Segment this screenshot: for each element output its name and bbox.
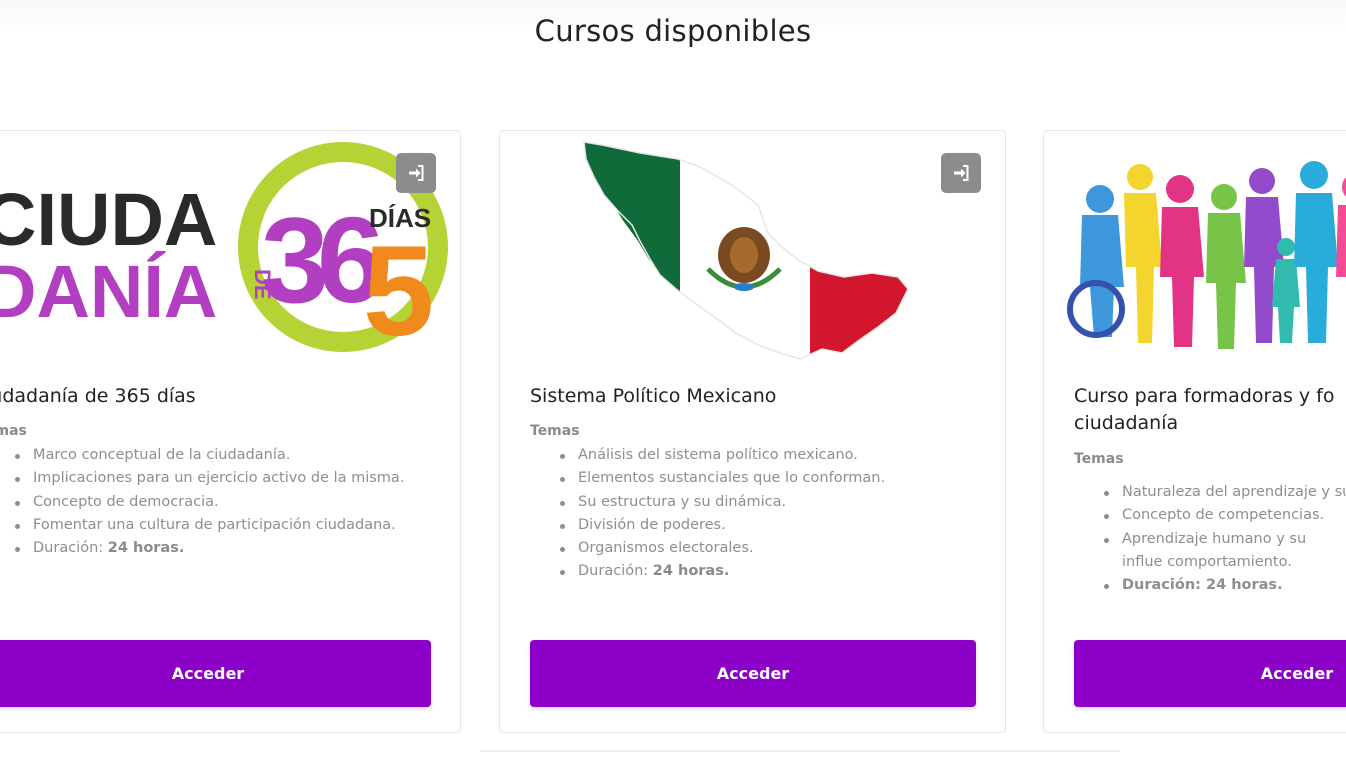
topics-label: Temas: [1074, 451, 1124, 467]
sign-in-icon: [409, 165, 424, 181]
course-title-line1: Curso para formadoras y fo: [1074, 385, 1335, 407]
list-item: Aprendizaje humano y su influe comportam…: [1102, 528, 1346, 575]
duration-label: Duración:: [33, 540, 104, 557]
course-card-formadoras: Curso para formadoras y fo ciudadanía Te…: [1043, 130, 1346, 733]
course-title: Curso para formadoras y fo ciudadanía: [1074, 383, 1346, 437]
access-button[interactable]: Acceder: [530, 640, 976, 707]
list-item: División de poderes.: [558, 514, 988, 537]
list-item: Organismos electorales.: [558, 537, 988, 560]
enter-course-button[interactable]: [396, 153, 436, 193]
svg-text:DANÍA: DANÍA: [0, 250, 217, 333]
duration-label: Duración:: [578, 563, 649, 580]
duration-value: 24 horas.: [652, 563, 730, 580]
course-title: Sistema Político Mexicano: [530, 385, 777, 407]
list-item: Concepto de democracia.: [13, 491, 443, 514]
svg-text:CIUDA: CIUDA: [0, 178, 217, 261]
svg-text:DÍAS: DÍAS: [369, 203, 431, 233]
list-item: Marco conceptual de la ciudadanía.: [13, 444, 443, 467]
course-card-ciudadania: CIUDA DANÍA DE 36 5 DÍAS iudadanía de 36…: [0, 130, 461, 733]
duration-item: Duración: 24 horas.: [1102, 574, 1346, 597]
list-item: Concepto de competencias.: [1102, 504, 1346, 527]
course-image-ciudadania-logo: CIUDA DANÍA DE 36 5 DÍAS: [0, 137, 460, 363]
duration-item: Duración: 24 horas.: [558, 560, 988, 583]
access-button[interactable]: Acceder: [1074, 640, 1346, 707]
list-item: Fomentar una cultura de participación ci…: [13, 514, 443, 537]
duration-item: Duración: 24 horas.: [13, 537, 443, 560]
enter-course-button[interactable]: [941, 153, 981, 193]
sign-in-icon: [954, 165, 969, 181]
course-image-people-silhouettes: [1044, 137, 1346, 363]
list-item: Elementos sustanciales que lo conforman.: [558, 467, 988, 490]
list-item: Implicaciones para un ejercicio activo d…: [13, 467, 443, 490]
access-button[interactable]: Acceder: [0, 640, 431, 707]
page-title: Cursos disponibles: [534, 14, 812, 48]
course-image-mexico-flag-map: [500, 137, 1005, 363]
course-title: iudadanía de 365 días: [0, 385, 196, 407]
svg-text:5: 5: [363, 220, 434, 363]
topics-label: Temas: [530, 423, 580, 439]
page: Cursos disponibles CIUDA DANÍA DE 36 5 D…: [0, 0, 1346, 757]
topics-label: emas: [0, 423, 27, 439]
list-item: Análisis del sistema político mexicano.: [558, 444, 988, 467]
course-card-sistema-politico: Sistema Político Mexicano Temas Análisis…: [499, 130, 1006, 733]
topics-list: Marco conceptual de la ciudadanía. Impli…: [13, 444, 443, 560]
list-item: Naturaleza del aprendizaje y su: [1102, 481, 1346, 504]
course-title-line2: ciudadanía: [1074, 412, 1179, 434]
list-item: Su estructura y su dinámica.: [558, 491, 988, 514]
topics-list: Naturaleza del aprendizaje y su Concepto…: [1102, 481, 1346, 597]
divider: [480, 750, 1120, 752]
topics-list: Análisis del sistema político mexicano. …: [558, 444, 988, 584]
duration-value: 24 horas.: [107, 540, 185, 557]
